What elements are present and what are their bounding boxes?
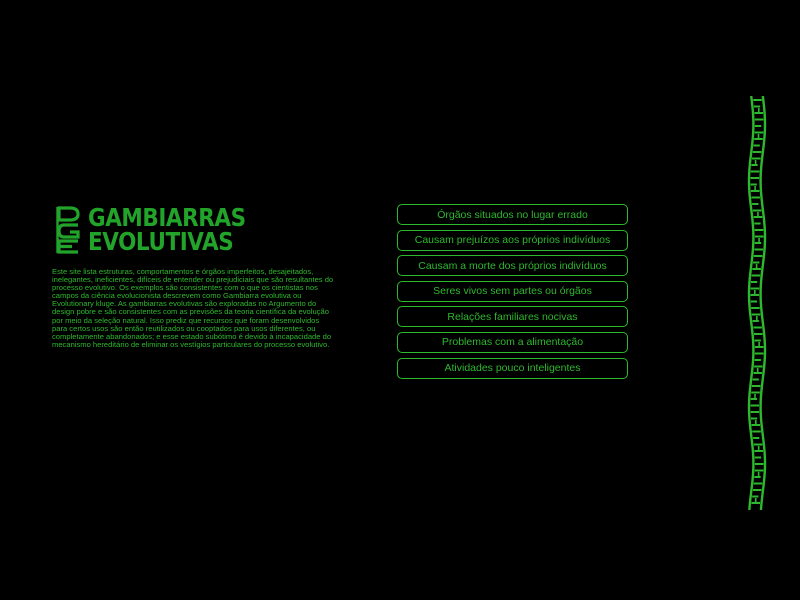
logo-line-2: EVOLUTIVAS	[88, 227, 234, 256]
category-menu: Órgãos situados no lugar errado Causam p…	[397, 204, 628, 383]
site-description: Este site lista estruturas, comportament…	[52, 267, 334, 349]
menu-item-atividades[interactable]: Atividades pouco inteligentes	[397, 357, 628, 379]
menu-item-sem-partes[interactable]: Seres vivos sem partes ou órgãos	[397, 280, 628, 302]
menu-item-morte[interactable]: Causam a morte dos próprios indivíduos	[397, 255, 628, 277]
logo-wordmark: GAMBIARRAS EVOLUTIVAS	[88, 205, 271, 256]
menu-item-relacoes-familiares[interactable]: Relações familiares nocivas	[397, 306, 628, 328]
menu-item-prejuizos[interactable]: Causam prejuízos aos próprios indivíduos	[397, 229, 628, 251]
dna-dge-logo-icon	[56, 206, 80, 254]
menu-item-alimentacao[interactable]: Problemas com a alimentação	[397, 331, 628, 353]
page: GAMBIARRAS EVOLUTIVAS Este site lista es…	[0, 0, 800, 600]
site-logo[interactable]: GAMBIARRAS EVOLUTIVAS	[56, 204, 271, 256]
menu-item-orgaos-lugar-errado[interactable]: Órgãos situados no lugar errado	[397, 204, 628, 225]
dna-strand-icon	[747, 96, 767, 510]
